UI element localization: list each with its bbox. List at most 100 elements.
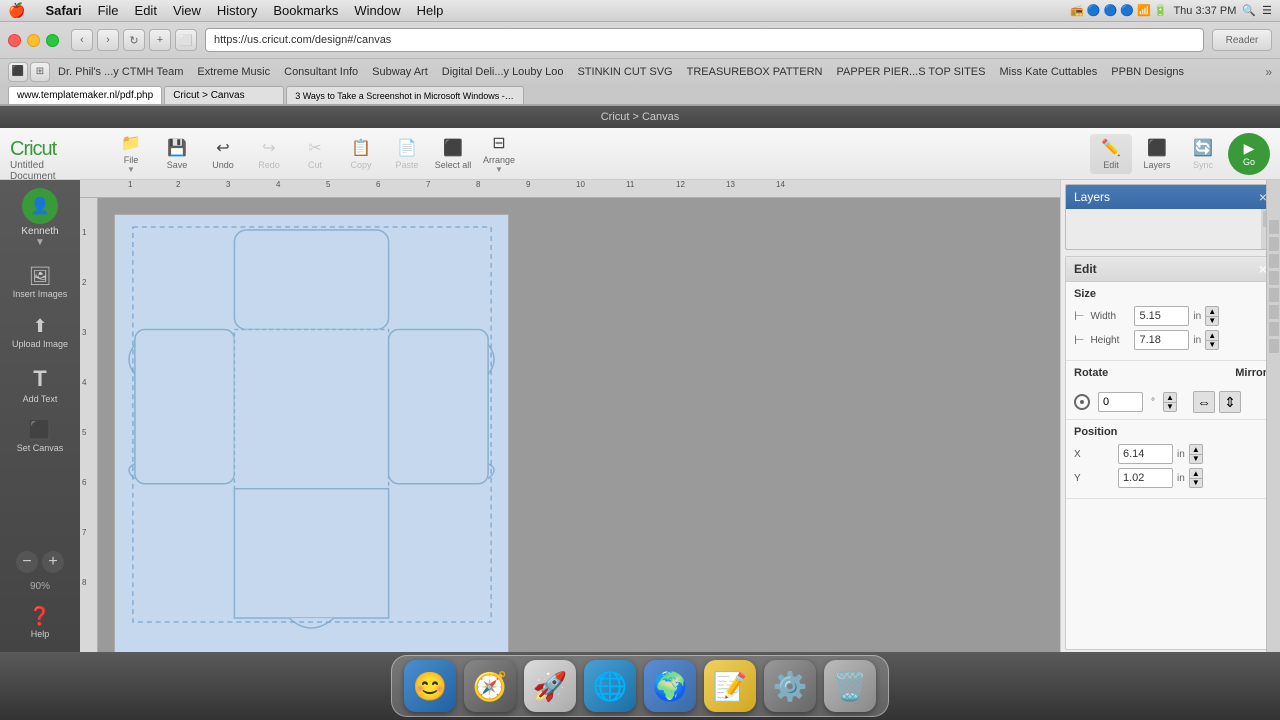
eye-icon-5[interactable] xyxy=(1269,288,1279,302)
rotate-increment-button[interactable]: ▲ xyxy=(1163,392,1177,402)
menu-edit[interactable]: Edit xyxy=(127,1,165,20)
bookmark-missKate[interactable]: Miss Kate Cuttables xyxy=(993,64,1103,80)
mirror-horizontal-button[interactable]: ⇔ xyxy=(1193,391,1215,413)
bookmark-drphil[interactable]: Dr. Phil's ...y CTMH Team xyxy=(52,64,189,80)
height-increment-button[interactable]: ▲ xyxy=(1205,330,1219,340)
rotate-decrement-button[interactable]: ▼ xyxy=(1163,402,1177,412)
height-decrement-button[interactable]: ▼ xyxy=(1205,340,1219,350)
rotate-dot[interactable] xyxy=(1074,394,1090,410)
sidebar-tool-add-text[interactable]: T Add Text xyxy=(7,360,73,411)
menu-list-icon[interactable]: ☰ xyxy=(1262,4,1272,17)
minimize-window-button[interactable] xyxy=(27,34,40,47)
sidebar-tool-insert-images[interactable]: 🖼 Insert Images xyxy=(7,260,73,306)
apple-menu[interactable]: 🍎 xyxy=(8,2,25,19)
file-button[interactable]: 📁 File ▼ xyxy=(110,129,152,178)
paste-button[interactable]: 📄 Paste xyxy=(386,134,428,174)
url-bar[interactable]: https://us.cricut.com/design#/canvas xyxy=(205,28,1204,52)
maximize-window-button[interactable] xyxy=(46,34,59,47)
zoom-out-button[interactable]: − xyxy=(16,551,38,573)
y-unit: in xyxy=(1177,473,1185,484)
sidebar-tool-set-canvas[interactable]: ⬛ Set Canvas xyxy=(7,414,73,460)
dock-compass[interactable]: 🧭 xyxy=(464,660,516,712)
menu-view[interactable]: View xyxy=(165,1,209,20)
app-title: Cricut > Canvas xyxy=(601,111,680,123)
menu-search-icon[interactable]: 🔍 xyxy=(1242,4,1256,17)
reload-button[interactable]: ↻ xyxy=(123,29,145,51)
menu-safari[interactable]: Safari xyxy=(37,1,89,20)
y-input[interactable] xyxy=(1118,468,1173,488)
sidebar-toggle[interactable]: ⬛ xyxy=(8,62,28,82)
eye-icon-4[interactable] xyxy=(1269,271,1279,285)
bookmark-treasurebox[interactable]: TREASUREBOX PATTERN xyxy=(681,64,829,80)
menu-bookmarks[interactable]: Bookmarks xyxy=(265,1,346,20)
close-window-button[interactable] xyxy=(8,34,21,47)
back-button[interactable]: ‹ xyxy=(71,29,93,51)
add-tab-button[interactable]: + xyxy=(149,29,171,51)
menu-file[interactable]: File xyxy=(90,1,127,20)
arrange-button[interactable]: ⊟ Arrange ▼ xyxy=(478,129,520,178)
cut-button[interactable]: ✂ Cut xyxy=(294,134,336,174)
menu-window[interactable]: Window xyxy=(346,1,408,20)
tab-cricut[interactable]: Cricut > Canvas xyxy=(164,86,284,104)
y-increment-button[interactable]: ▲ xyxy=(1189,468,1203,478)
canvas-page[interactable] xyxy=(114,214,509,654)
undo-button[interactable]: ↩ Undo xyxy=(202,134,244,174)
eye-icon-3[interactable] xyxy=(1269,254,1279,268)
tab-templatemaker[interactable]: www.templatemaker.nl/pdf.php xyxy=(8,86,162,104)
x-increment-button[interactable]: ▲ xyxy=(1189,444,1203,454)
eye-icon-1[interactable] xyxy=(1269,220,1279,234)
height-input[interactable] xyxy=(1134,330,1189,350)
menu-history[interactable]: History xyxy=(209,1,265,20)
mirror-vertical-button[interactable]: ⇕ xyxy=(1219,391,1241,413)
width-increment-button[interactable]: ▲ xyxy=(1205,306,1219,316)
grid-view-button[interactable]: ⊞ xyxy=(30,62,50,82)
go-button[interactable]: ▶ Go xyxy=(1228,133,1270,175)
dock-network[interactable]: 🌍 xyxy=(644,660,696,712)
tab-wikihow[interactable]: 3 Ways to Take a Screenshot in Microsoft… xyxy=(286,86,524,104)
copy-button[interactable]: 📋 Copy xyxy=(340,134,382,174)
share-button[interactable]: ⬜ xyxy=(175,29,197,51)
menu-help[interactable]: Help xyxy=(409,1,452,20)
bookmark-stinkin[interactable]: STINKIN CUT SVG xyxy=(571,64,678,80)
x-decrement-button[interactable]: ▼ xyxy=(1189,454,1203,464)
bookmark-consultant[interactable]: Consultant Info xyxy=(278,64,364,80)
eye-icon-2[interactable] xyxy=(1269,237,1279,251)
width-decrement-button[interactable]: ▼ xyxy=(1205,316,1219,326)
reader-button[interactable]: Reader xyxy=(1212,29,1272,51)
zoom-in-button[interactable]: + xyxy=(42,551,64,573)
avatar[interactable]: 👤 xyxy=(22,188,58,224)
select-all-button[interactable]: ⬛ Select all xyxy=(432,134,474,174)
redo-button[interactable]: ↪ Redo xyxy=(248,134,290,174)
eye-icon-6[interactable] xyxy=(1269,305,1279,319)
y-decrement-button[interactable]: ▼ xyxy=(1189,478,1203,488)
save-button[interactable]: 💾 Save xyxy=(156,134,198,174)
edit-tab-button[interactable]: ✏️ Edit xyxy=(1090,134,1132,174)
left-sidebar: 👤 Kenneth ▼ 🖼 Insert Images ⬆ Upload Ima… xyxy=(0,180,80,654)
dropdown-arrow-user[interactable]: ▼ xyxy=(35,237,45,248)
bookmark-digital[interactable]: Digital Deli...y Louby Loo xyxy=(436,64,570,80)
bookmark-extreme[interactable]: Extreme Music xyxy=(191,64,276,80)
bookmark-subway[interactable]: Subway Art xyxy=(366,64,434,80)
bookmarks-more[interactable]: » xyxy=(1265,65,1272,79)
width-input[interactable] xyxy=(1134,306,1189,326)
sidebar-tool-help[interactable]: ❓ Help xyxy=(7,600,73,646)
layers-tab-button[interactable]: ⬛ Layers xyxy=(1136,134,1178,174)
bookmark-papper[interactable]: PAPPER PIER...S TOP SITES xyxy=(831,64,992,80)
dock-safari[interactable]: 🌐 xyxy=(584,660,636,712)
eye-icon-7[interactable] xyxy=(1269,322,1279,336)
cut-icon: ✂ xyxy=(308,138,321,158)
bookmark-ppbn[interactable]: PPBN Designs xyxy=(1105,64,1190,80)
x-input[interactable] xyxy=(1118,444,1173,464)
dock-rocket[interactable]: 🚀 xyxy=(524,660,576,712)
forward-button[interactable]: › xyxy=(97,29,119,51)
dock-trash[interactable]: 🗑️ xyxy=(824,660,876,712)
system-prefs-icon: ⚙️ xyxy=(773,670,808,703)
eye-icon-8[interactable] xyxy=(1269,339,1279,353)
canvas-viewport[interactable] xyxy=(98,198,1060,654)
dock-finder[interactable]: 😊 xyxy=(404,660,456,712)
dock-notes[interactable]: 📝 xyxy=(704,660,756,712)
sidebar-tool-upload-image[interactable]: ⬆ Upload Image xyxy=(7,310,73,356)
rotate-input[interactable] xyxy=(1098,392,1143,412)
dock-system-prefs[interactable]: ⚙️ xyxy=(764,660,816,712)
sync-tab-button[interactable]: 🔄 Sync xyxy=(1182,134,1224,174)
